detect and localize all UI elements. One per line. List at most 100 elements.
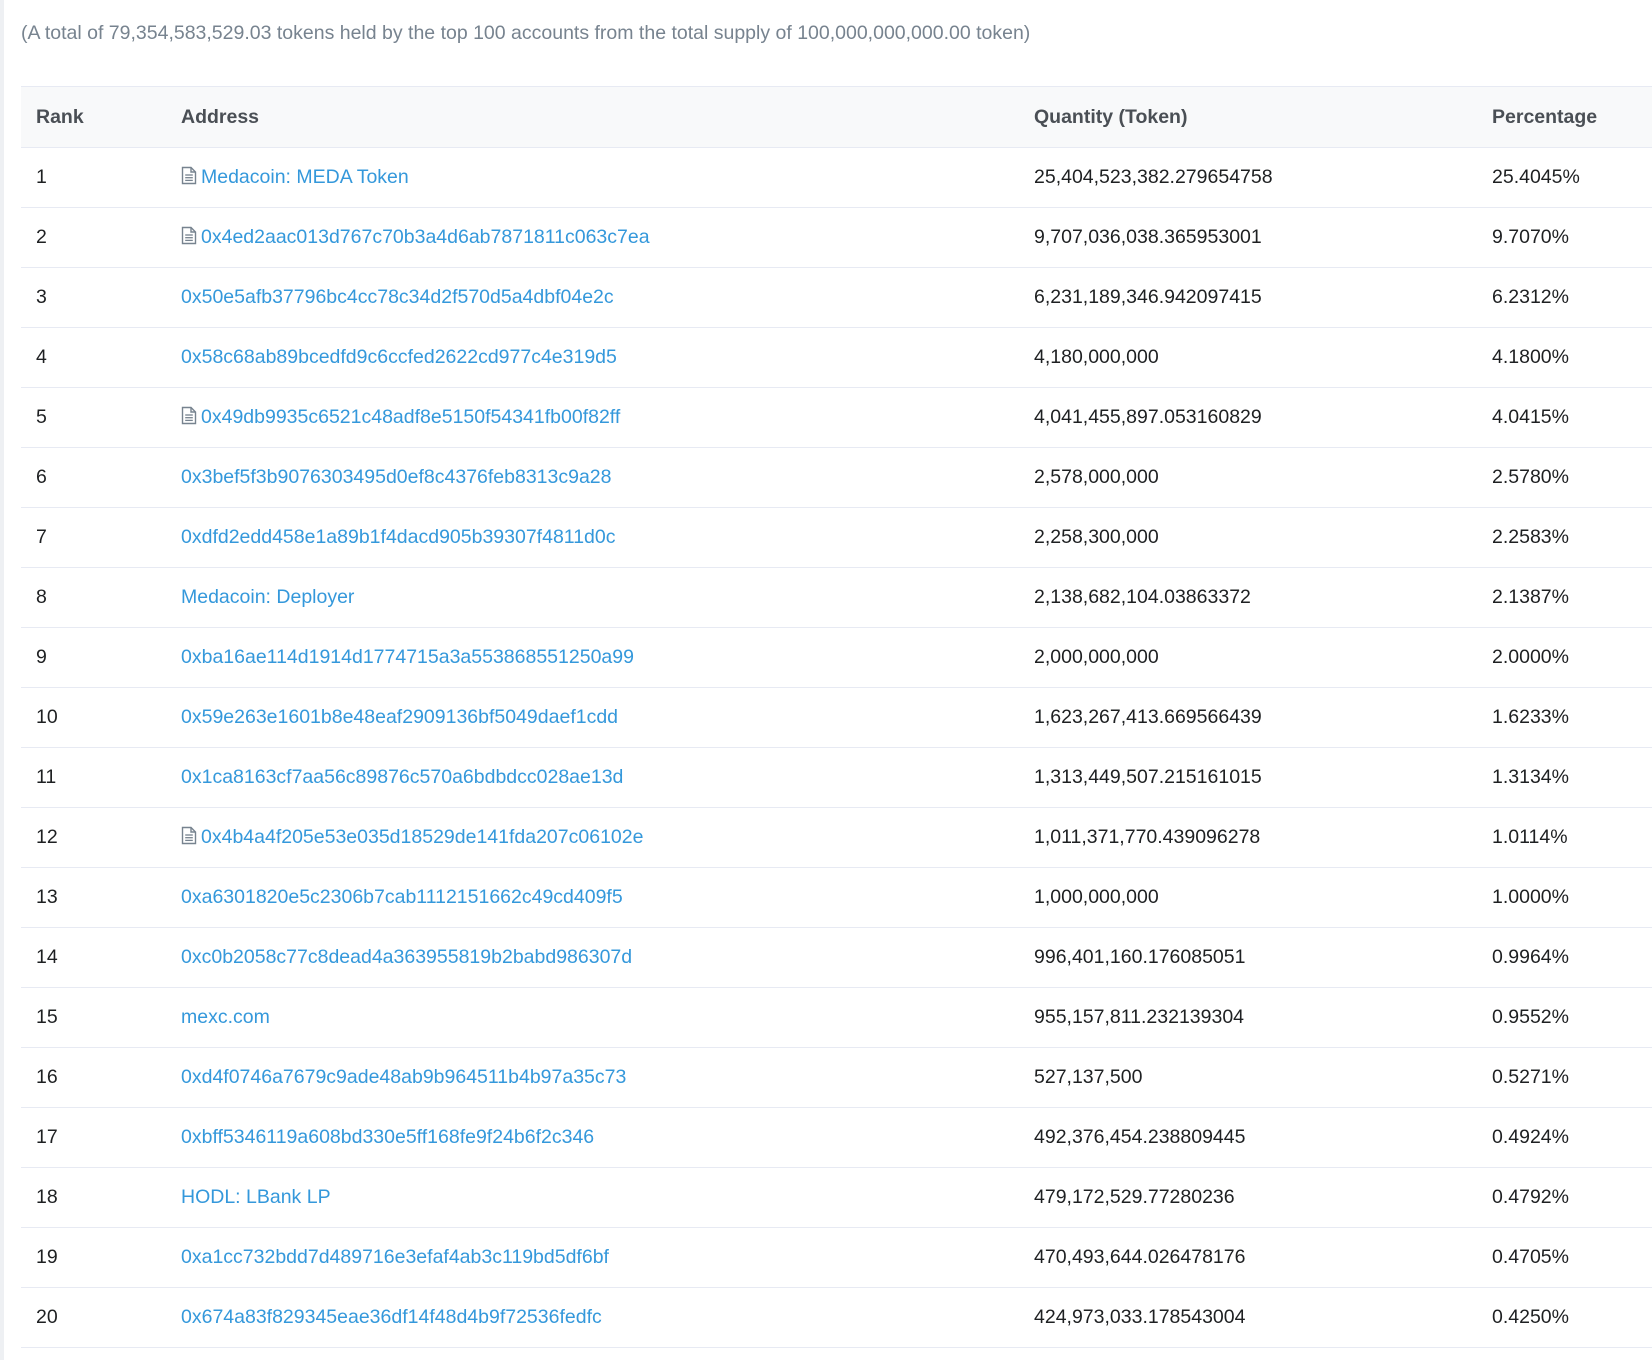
quantity-cell: 2,258,300,000 — [1034, 526, 1159, 548]
percentage-cell: 0.9964% — [1492, 946, 1569, 968]
holder-address-link[interactable]: Medacoin: MEDA Token — [201, 166, 409, 188]
quantity-cell: 4,041,455,897.053160829 — [1034, 406, 1262, 428]
holder-address-link[interactable]: 0xba16ae114d1914d1774715a3a553868551250a… — [181, 646, 634, 668]
quantity-cell: 955,157,811.232139304 — [1034, 1006, 1245, 1028]
percentage-cell: 1.6233% — [1492, 706, 1569, 728]
holder-address-link[interactable]: 0x49db9935c6521c48adf8e5150f54341fb00f82… — [201, 406, 620, 428]
table-row: 9 0xba16ae114d1914d1774715a3a553868551250… — [21, 628, 1652, 688]
percentage-cell: 1.0000% — [1492, 886, 1569, 908]
rank-cell: 3 — [36, 286, 47, 308]
quantity-cell: 2,578,000,000 — [1034, 466, 1159, 488]
table-row: 17 0xbff5346119a608bd330e5ff168fe9f24b6f2… — [21, 1108, 1652, 1168]
table-row: 6 0x3bef5f3b9076303495d0ef8c4376feb8313c9… — [21, 448, 1652, 508]
rank-cell: 13 — [36, 886, 58, 908]
table-row: 18 HODL: LBank LP 479,172,529.77280236 0.47… — [21, 1168, 1652, 1228]
holder-address-link[interactable]: 0xd4f0746a7679c9ade48ab9b964511b4b97a35c… — [181, 1066, 626, 1088]
holder-address-link[interactable]: Medacoin: Deployer — [181, 586, 354, 608]
address-cell: 0x58c68ab89bcedfd9c6ccfed2622cd977c4e319… — [181, 328, 1034, 388]
quantity-cell: 424,973,033.178543004 — [1034, 1306, 1246, 1328]
header-rank: Rank — [21, 86, 181, 148]
rank-cell: 1 — [36, 166, 47, 188]
rank-cell: 12 — [36, 826, 58, 848]
table-row: 12 0x4b4a4f205e53e035d18529de141fda207c06… — [21, 808, 1652, 868]
rank-cell: 9 — [36, 646, 47, 668]
table-header-row: Rank Address Quantity (Token) Percentage — [21, 86, 1652, 148]
quantity-cell: 479,172,529.77280236 — [1034, 1186, 1235, 1208]
holder-address-link[interactable]: 0xdfd2edd458e1a89b1f4dacd905b39307f4811d… — [181, 526, 615, 548]
table-row: 5 0x49db9935c6521c48adf8e5150f54341fb00f8… — [21, 388, 1652, 448]
quantity-cell: 4,180,000,000 — [1034, 346, 1159, 368]
holder-address-link[interactable]: 0x50e5afb37796bc4cc78c34d2f570d5a4dbf04e… — [181, 286, 614, 308]
holder-address-link[interactable]: 0x4ed2aac013d767c70b3a4d6ab7871811c063c7… — [201, 226, 650, 248]
table-row: 14 0xc0b2058c77c8dead4a363955819b2babd986… — [21, 928, 1652, 988]
holder-address-link[interactable]: 0x674a83f829345eae36df14f48d4b9f72536fed… — [181, 1306, 602, 1328]
percentage-cell: 2.5780% — [1492, 466, 1569, 488]
percentage-cell: 0.4792% — [1492, 1186, 1569, 1208]
holder-address-link[interactable]: 0xa6301820e5c2306b7cab1112151662c49cd409… — [181, 886, 623, 908]
rank-cell: 18 — [36, 1186, 58, 1208]
holder-address-link[interactable]: 0xc0b2058c77c8dead4a363955819b2babd98630… — [181, 946, 632, 968]
file-contract-icon — [181, 166, 197, 185]
quantity-cell: 6,231,189,346.942097415 — [1034, 286, 1262, 308]
address-cell: 0xd4f0746a7679c9ade48ab9b964511b4b97a35c… — [181, 1048, 1034, 1108]
percentage-cell: 25.4045% — [1492, 166, 1580, 188]
percentage-cell: 4.0415% — [1492, 406, 1569, 428]
table-row: 7 0xdfd2edd458e1a89b1f4dacd905b39307f4811… — [21, 508, 1652, 568]
percentage-cell: 2.0000% — [1492, 646, 1569, 668]
holder-address-link[interactable]: 0x4b4a4f205e53e035d18529de141fda207c0610… — [201, 826, 643, 848]
rank-cell: 20 — [36, 1306, 58, 1328]
header-percentage: Percentage — [1492, 86, 1652, 148]
rank-cell: 5 — [36, 406, 47, 428]
file-contract-icon — [181, 226, 197, 245]
header-address: Address — [181, 86, 1034, 148]
table-row: 16 0xd4f0746a7679c9ade48ab9b964511b4b97a3… — [21, 1048, 1652, 1108]
table-row: 11 0x1ca8163cf7aa56c89876c570a6bdbdcc028a… — [21, 748, 1652, 808]
table-row: 3 0x50e5afb37796bc4cc78c34d2f570d5a4dbf04… — [21, 268, 1652, 328]
address-cell: 0x3bef5f3b9076303495d0ef8c4376feb8313c9a… — [181, 448, 1034, 508]
holder-address-link[interactable]: 0xa1cc732bdd7d489716e3efaf4ab3c119bd5df6… — [181, 1246, 609, 1268]
holder-address-link[interactable]: 0x1ca8163cf7aa56c89876c570a6bdbdcc028ae1… — [181, 766, 623, 788]
header-quantity: Quantity (Token) — [1034, 86, 1492, 148]
rank-cell: 10 — [36, 706, 58, 728]
table-row: 8 Medacoin: Deployer 2,138,682,104.0386337… — [21, 568, 1652, 628]
address-cell: 0x50e5afb37796bc4cc78c34d2f570d5a4dbf04e… — [181, 268, 1034, 328]
address-cell: 0xc0b2058c77c8dead4a363955819b2babd98630… — [181, 928, 1034, 988]
percentage-cell: 0.4924% — [1492, 1126, 1569, 1148]
table-row: 4 0x58c68ab89bcedfd9c6ccfed2622cd977c4e31… — [21, 328, 1652, 388]
table-row: 2 0x4ed2aac013d767c70b3a4d6ab7871811c063c… — [21, 208, 1652, 268]
percentage-cell: 6.2312% — [1492, 286, 1569, 308]
page-left-edge — [0, 0, 4, 1360]
address-cell: 0xa6301820e5c2306b7cab1112151662c49cd409… — [181, 868, 1034, 928]
holder-address-link[interactable]: 0x59e263e1601b8e48eaf2909136bf5049daef1c… — [181, 706, 618, 728]
quantity-cell: 1,313,449,507.215161015 — [1034, 766, 1262, 788]
percentage-cell: 9.7070% — [1492, 226, 1569, 248]
rank-cell: 4 — [36, 346, 47, 368]
quantity-cell: 2,138,682,104.03863372 — [1034, 586, 1251, 608]
address-cell: 0x4b4a4f205e53e035d18529de141fda207c0610… — [181, 808, 1034, 868]
address-cell: 0x59e263e1601b8e48eaf2909136bf5049daef1c… — [181, 688, 1034, 748]
address-cell: HODL: LBank LP — [181, 1168, 1034, 1228]
holder-address-link[interactable]: HODL: LBank LP — [181, 1186, 331, 1208]
percentage-cell: 0.4250% — [1492, 1306, 1569, 1328]
holder-address-link[interactable]: 0x3bef5f3b9076303495d0ef8c4376feb8313c9a… — [181, 466, 612, 488]
table-row: 13 0xa6301820e5c2306b7cab1112151662c49cd4… — [21, 868, 1652, 928]
rank-cell: 6 — [36, 466, 47, 488]
address-cell: 0x1ca8163cf7aa56c89876c570a6bdbdcc028ae1… — [181, 748, 1034, 808]
rank-cell: 17 — [36, 1126, 58, 1148]
quantity-cell: 1,000,000,000 — [1034, 886, 1159, 908]
address-cell: 0xbff5346119a608bd330e5ff168fe9f24b6f2c3… — [181, 1108, 1034, 1168]
percentage-cell: 1.3134% — [1492, 766, 1569, 788]
rank-cell: 19 — [36, 1246, 58, 1268]
holder-address-link[interactable]: 0xbff5346119a608bd330e5ff168fe9f24b6f2c3… — [181, 1126, 594, 1148]
quantity-cell: 1,623,267,413.669566439 — [1034, 706, 1262, 728]
quantity-cell: 25,404,523,382.279654758 — [1034, 166, 1273, 188]
address-cell: 0x4ed2aac013d767c70b3a4d6ab7871811c063c7… — [181, 208, 1034, 268]
quantity-cell: 1,011,371,770.439096278 — [1034, 826, 1261, 848]
table-row: 20 0x674a83f829345eae36df14f48d4b9f72536f… — [21, 1288, 1652, 1348]
address-cell: 0xa1cc732bdd7d489716e3efaf4ab3c119bd5df6… — [181, 1228, 1034, 1288]
holder-address-link[interactable]: mexc.com — [181, 1006, 270, 1028]
holder-address-link[interactable]: 0x58c68ab89bcedfd9c6ccfed2622cd977c4e319… — [181, 346, 617, 368]
percentage-cell: 2.1387% — [1492, 586, 1569, 608]
address-cell: 0xba16ae114d1914d1774715a3a553868551250a… — [181, 628, 1034, 688]
rank-cell: 14 — [36, 946, 58, 968]
